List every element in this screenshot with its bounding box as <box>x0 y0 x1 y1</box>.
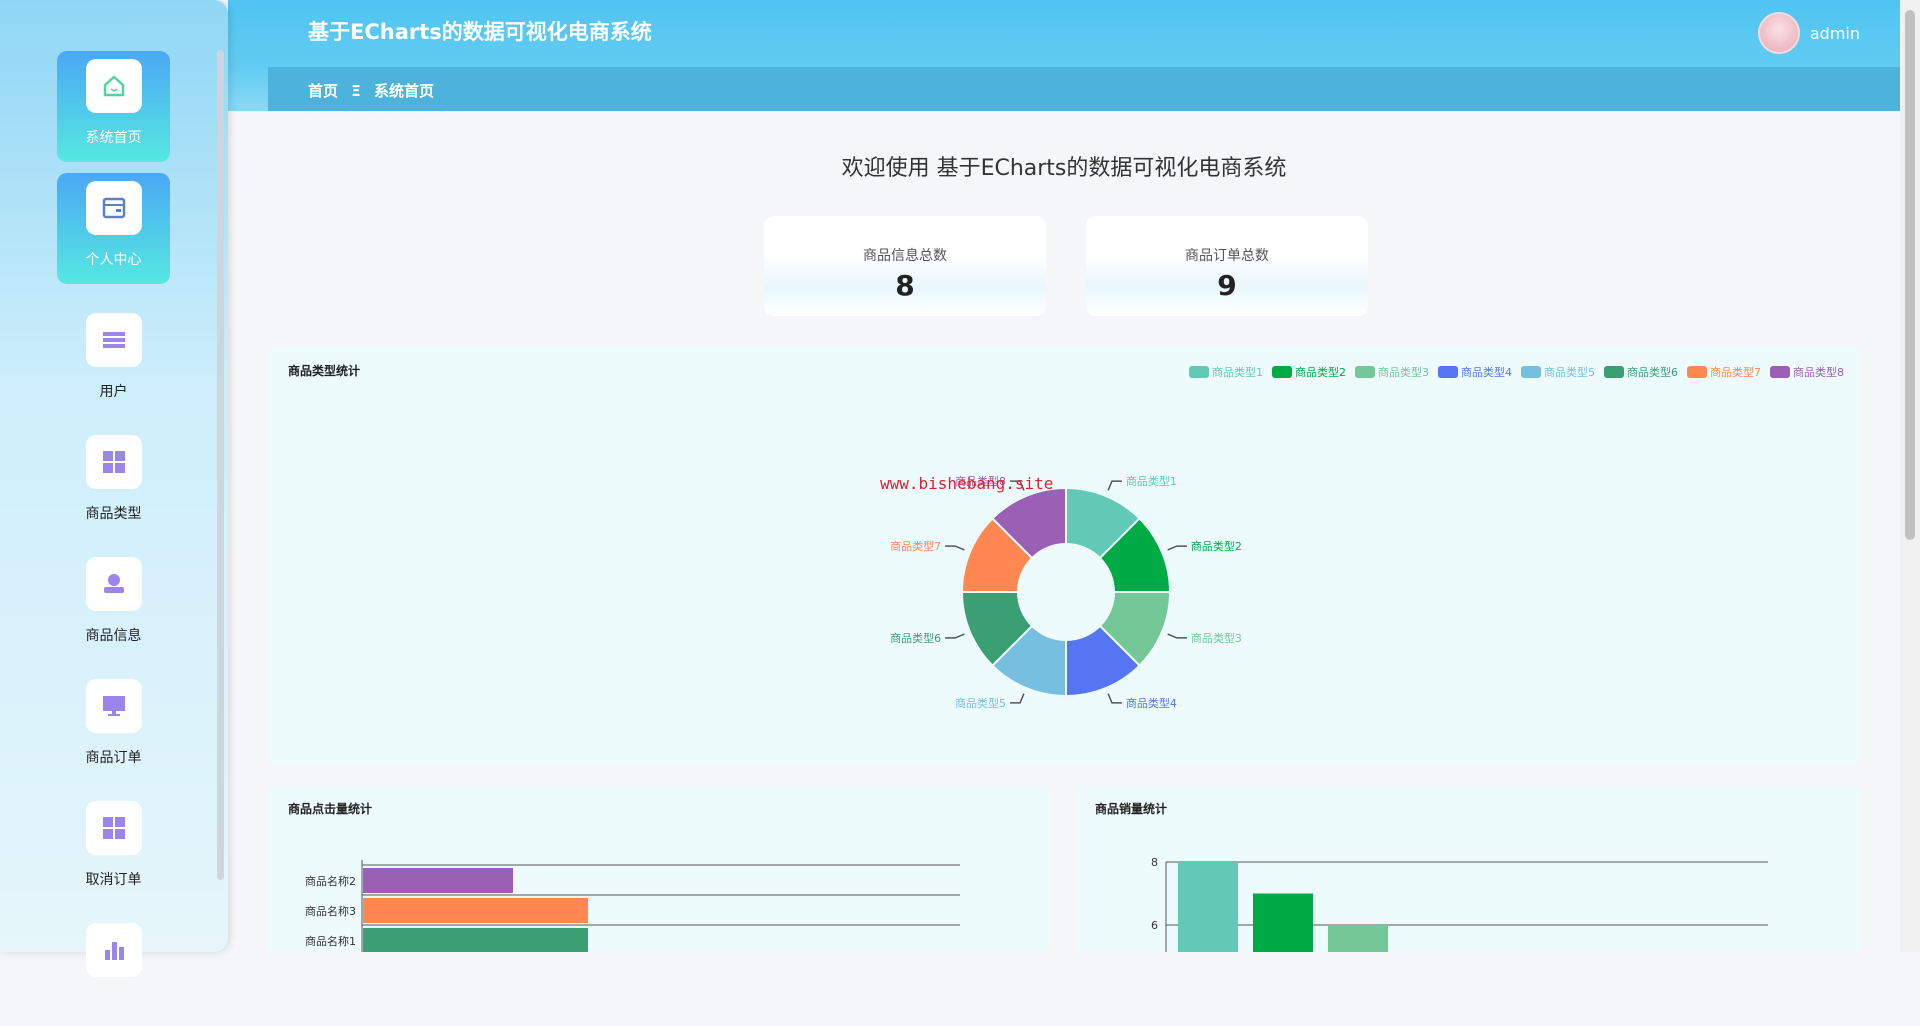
sidebar-item-product-info[interactable]: 商品信息 <box>57 549 170 660</box>
slice-label: 商品类型1 <box>1126 474 1177 488</box>
sidebar-item-users[interactable]: 用户 <box>57 305 170 416</box>
grid-icon <box>85 801 142 855</box>
breadcrumb-current: 系统首页 <box>373 82 434 100</box>
donut-chart: 商品类型1商品类型2商品类型3商品类型4商品类型5商品类型6商品类型7商品类型8 <box>890 474 1242 710</box>
card-icon <box>85 181 142 235</box>
breadcrumb-separator: Ξ <box>351 82 361 100</box>
bar <box>1328 925 1388 952</box>
y-tick-label: 6 <box>1151 919 1158 932</box>
user-icon <box>85 557 142 611</box>
stat-card-products: 商品信息总数 8 <box>764 216 1046 316</box>
sales-bar-chart: 86 <box>1151 856 1768 952</box>
sidebar-item-label: 商品订单 <box>85 750 142 766</box>
sidebar-item-label: 商品信息 <box>85 628 142 644</box>
stat-label: 商品订单总数 <box>1185 248 1269 264</box>
watermark: www.bishebang.site <box>880 474 1054 493</box>
sidebar-item-product-types[interactable]: 商品类型 <box>57 427 170 538</box>
breadcrumb: 首页 Ξ 系统首页 <box>268 67 1900 111</box>
slice-label: 商品类型2 <box>1191 539 1242 553</box>
slice-label: 商品类型3 <box>1191 631 1242 645</box>
type-chart-panel: 商品类型统计 商品类型1 商品类型2 商品类型3 商品类型4 商品类型5 商品类型6 商品类… <box>268 347 1860 765</box>
scrollbar-thumb[interactable] <box>1905 10 1915 540</box>
sidebar-item-label: 商品类型 <box>85 506 142 522</box>
label-line <box>1107 480 1122 491</box>
slice-label: 商品类型4 <box>1126 696 1177 710</box>
breadcrumb-home[interactable]: 首页 <box>308 82 338 100</box>
stat-value: 9 <box>1217 269 1237 302</box>
stat-value: 8 <box>895 269 915 302</box>
list-icon <box>85 313 142 367</box>
app-title: 基于ECharts的数据可视化电商系统 <box>308 20 652 44</box>
category-label: 商品名称3 <box>305 904 356 918</box>
bar <box>363 928 588 952</box>
welcome-title: 欢迎使用 基于ECharts的数据可视化电商系统 <box>841 156 1287 181</box>
label-line <box>1010 693 1025 704</box>
bar <box>363 898 588 923</box>
label-line <box>1167 633 1187 639</box>
sidebar-item-label: 系统首页 <box>85 130 142 146</box>
y-tick-label: 8 <box>1151 856 1158 869</box>
monitor-icon <box>85 679 142 733</box>
category-label: 商品名称2 <box>305 874 356 888</box>
home-icon <box>85 59 142 113</box>
bar <box>1253 893 1313 952</box>
avatar[interactable] <box>1757 12 1800 54</box>
grid-icon <box>85 435 142 489</box>
sidebar-item-orders[interactable]: 商品订单 <box>57 671 170 782</box>
sidebar-scrollbar[interactable] <box>217 50 224 880</box>
slice-label: 商品类型6 <box>890 631 941 645</box>
top-header: 基于ECharts的数据可视化电商系统 admin <box>228 0 1900 67</box>
username: admin <box>1809 23 1860 43</box>
slice-label: 商品类型5 <box>955 696 1006 710</box>
label-line <box>945 633 965 639</box>
user-menu[interactable]: admin <box>1757 12 1860 54</box>
sidebar-item-statistics[interactable] <box>57 915 170 1026</box>
stat-card-orders: 商品订单总数 9 <box>1086 216 1368 316</box>
slice-label: 商品类型7 <box>890 539 941 553</box>
bar <box>1178 862 1238 952</box>
sidebar-item-cancel-orders[interactable]: 取消订单 <box>57 793 170 904</box>
bar <box>363 868 513 893</box>
page-scrollbar[interactable] <box>1900 0 1920 952</box>
header-decoration <box>228 67 268 111</box>
sidebar-item-label: 取消订单 <box>85 872 142 888</box>
label-line <box>1167 545 1187 551</box>
sidebar-item-label: 用户 <box>99 384 128 400</box>
sidebar-item-home[interactable]: 系统首页 <box>57 51 170 162</box>
sidebar: 系统首页 个人中心 用户 商品类型 商品信息 商品订单 取消订单 <box>0 0 228 977</box>
sidebar-item-profile[interactable]: 个人中心 <box>57 173 170 284</box>
clicks-bar-chart: 商品名称2 商品名称3 商品名称1 <box>305 860 960 952</box>
sales-chart-panel: 商品销量统计 86 <box>1075 785 1860 952</box>
stat-label: 商品信息总数 <box>863 248 947 264</box>
bar-chart-icon <box>85 923 142 977</box>
clicks-chart-panel: 商品点击量统计 商品名称2 商品名称3 商品名称1 <box>268 785 1050 952</box>
category-label: 商品名称1 <box>305 934 356 948</box>
label-line <box>945 545 965 551</box>
label-line <box>1107 693 1122 704</box>
sidebar-item-label: 个人中心 <box>85 252 142 268</box>
